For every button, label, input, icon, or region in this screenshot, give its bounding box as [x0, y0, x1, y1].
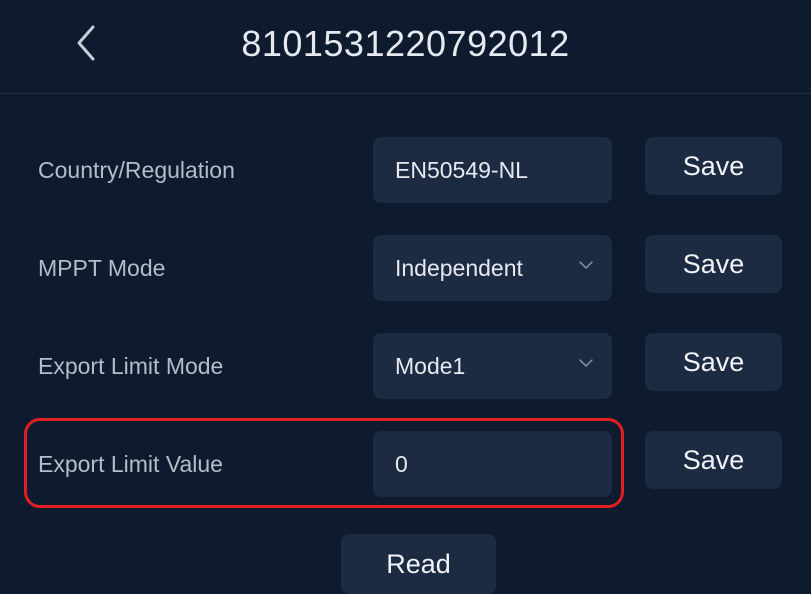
read-button[interactable]: Read [341, 534, 496, 594]
save-button[interactable]: Save [645, 431, 782, 489]
setting-label: Country/Regulation [38, 157, 235, 183]
chevron-down-icon [579, 359, 593, 367]
export-limit-mode-select[interactable]: Mode1 [373, 333, 612, 399]
save-button[interactable]: Save [645, 235, 782, 293]
setting-row-country-regulation: Country/Regulation EN50549-NL Save [0, 137, 811, 203]
setting-row-export-limit-mode: Export Limit Mode Mode1 Save [0, 333, 811, 399]
mppt-mode-select[interactable]: Independent [373, 235, 612, 301]
field-value: 0 [395, 451, 408, 477]
setting-label: Export Limit Mode [38, 353, 224, 379]
chevron-down-icon [579, 261, 593, 269]
field-value: Mode1 [395, 353, 466, 379]
setting-row-export-limit-value: Export Limit Value 0 Save [0, 431, 811, 497]
setting-row-mppt-mode: MPPT Mode Independent Save [0, 235, 811, 301]
setting-label: MPPT Mode [38, 255, 166, 281]
field-value: EN50549-NL [395, 157, 528, 183]
field-value: Independent [395, 255, 523, 281]
header-bar: 8101531220792012 [0, 0, 811, 94]
export-limit-value-input[interactable]: 0 [373, 431, 612, 497]
country-regulation-field[interactable]: EN50549-NL [373, 137, 612, 203]
save-button[interactable]: Save [645, 333, 782, 391]
page-title: 8101531220792012 [241, 23, 570, 64]
save-button[interactable]: Save [645, 137, 782, 195]
setting-label: Export Limit Value [38, 451, 223, 477]
